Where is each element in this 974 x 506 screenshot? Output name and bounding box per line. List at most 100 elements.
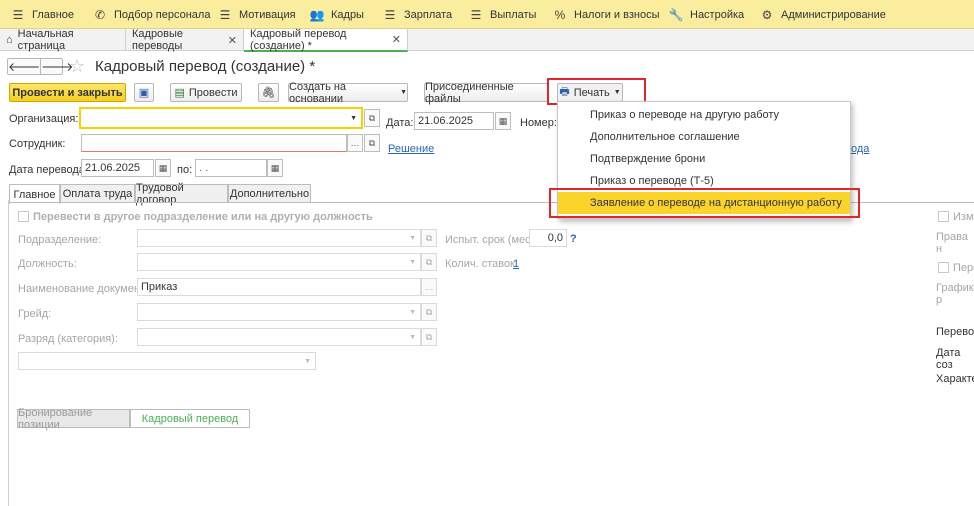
grid-icon: ☰ — [384, 7, 396, 22]
transfer-date-input[interactable]: 21.06.2025 — [81, 159, 154, 177]
menu-item-salary[interactable]: ☰ Зарплата — [382, 0, 453, 29]
open-organization-button[interactable]: ⧉ — [364, 109, 380, 127]
menu-item-taxes[interactable]: % Налоги и взносы — [552, 0, 660, 29]
grid-icon: ☰ — [470, 7, 482, 22]
tab-transfers[interactable]: Кадровые переводы ✕ — [126, 28, 244, 52]
right-label-harakter: Характер — [936, 373, 974, 385]
menu-item-motivation[interactable]: ☰ Мотивация — [217, 0, 296, 29]
employee-input[interactable] — [81, 134, 347, 152]
help-icon[interactable]: ? — [570, 233, 577, 245]
position-input[interactable]: ▼ — [137, 253, 421, 271]
main-menu-bar: ☰ Главное ✆ Подбор персонала ☰ Мотивация 👥 К… — [0, 0, 974, 29]
rates-link[interactable]: 1 — [513, 258, 519, 270]
position-label: Должность: — [18, 258, 77, 270]
transfer-date-label: Дата перевода: — [9, 164, 88, 176]
menu-item-payments[interactable]: ☰ Выплаты — [468, 0, 537, 29]
paperclip-icon: 🖇 — [261, 87, 276, 99]
post-document-icon: ▤ — [174, 87, 185, 99]
rank-input[interactable]: ▼ — [137, 328, 421, 346]
hr-transfer-button[interactable]: Кадровый перевод — [130, 409, 250, 428]
print-menu-item-booking-confirmation[interactable]: Подтверждение брони — [558, 148, 850, 170]
menu-item-settings[interactable]: 🔧 Настройка — [668, 0, 745, 29]
doc-name-label: Наименование документа: — [18, 283, 155, 295]
print-menu-item-additional-agreement[interactable]: Дополнительное соглашение — [558, 126, 850, 148]
organization-input[interactable]: ▼ — [79, 107, 363, 129]
save-button[interactable]: ▣ — [134, 83, 154, 102]
right-label-prava: Права н — [936, 231, 968, 255]
decision-link[interactable]: Решение — [388, 143, 434, 155]
menu-item-recruiting[interactable]: ✆ Подбор персонала — [92, 0, 211, 29]
gear-icon: ⚙ — [761, 7, 773, 22]
attach-button[interactable]: 🖇 — [258, 83, 279, 102]
employee-label: Сотрудник: — [9, 138, 66, 150]
chevron-down-icon[interactable]: ▼ — [350, 115, 357, 122]
number-label: Номер: — [520, 117, 557, 129]
close-icon[interactable]: ✕ — [392, 33, 401, 46]
tab-main[interactable]: Главное — [9, 184, 60, 204]
open-rank-button[interactable]: ⧉ — [421, 328, 437, 346]
rates-label: Колич. ставок: — [445, 258, 518, 270]
back-arrow-icon[interactable]: 🡐 — [8, 59, 42, 74]
tab-payment[interactable]: Оплата труда — [60, 184, 135, 203]
partial-link[interactable]: ода — [851, 143, 869, 155]
floppy-disk-icon: ▣ — [138, 87, 150, 99]
right-label-pere: Пере — [953, 262, 974, 274]
open-position-button[interactable]: ⧉ — [421, 253, 437, 271]
post-and-close-button[interactable]: Провести и закрыть — [9, 83, 126, 102]
attached-files-button[interactable]: Присоединенные файлы — [424, 81, 548, 105]
right-checkbox-1[interactable] — [938, 211, 949, 222]
menu-item-hr[interactable]: 👥 Кадры — [309, 0, 364, 29]
select-employee-button[interactable]: … — [347, 134, 363, 152]
department-input[interactable]: ▼ — [137, 229, 421, 247]
right-label-perevod: Перевод — [936, 326, 974, 338]
window-tabs-bar: ⌂ Начальная страница Кадровые переводы ✕ К… — [0, 28, 974, 52]
calendar-icon[interactable]: ▦ — [155, 159, 171, 177]
grade-label: Грейд: — [18, 308, 52, 320]
grid-icon: ☰ — [219, 7, 231, 22]
calendar-icon[interactable]: ▦ — [495, 112, 511, 130]
doc-name-input[interactable]: Приказ — [137, 278, 421, 296]
to-date-input[interactable]: . . — [195, 159, 267, 177]
right-label-data-soz: Дата соз — [936, 347, 961, 371]
open-department-button[interactable]: ⧉ — [421, 229, 437, 247]
favorite-star-icon[interactable]: ☆ — [69, 56, 85, 77]
rank-label: Разряд (категория): — [18, 333, 118, 345]
selected-item-highlight — [549, 188, 860, 218]
post-button[interactable]: ▤ Провести — [170, 83, 242, 102]
users-icon: 👥 — [309, 7, 325, 22]
select-doc-name-button[interactable]: … — [421, 278, 437, 296]
date-input[interactable]: 21.06.2025 — [414, 112, 494, 130]
right-checkbox-2[interactable] — [938, 262, 949, 273]
tab-additional[interactable]: Дополнительно — [228, 184, 311, 203]
tab-home[interactable]: ⌂ Начальная страница — [0, 28, 126, 52]
move-checkbox-label: Перевести в другое подразделение или на … — [33, 211, 373, 223]
right-label-izm: Изм — [953, 211, 974, 223]
grid-icon: ☰ — [12, 7, 24, 22]
panel-border — [8, 200, 9, 506]
menu-item-admin[interactable]: ⚙ Администрирование — [759, 0, 886, 29]
probation-input[interactable]: 0,0 — [529, 229, 567, 247]
menu-item-main[interactable]: ☰ Главное — [10, 0, 74, 29]
home-icon: ⌂ — [6, 34, 13, 46]
print-menu-item-transfer-order[interactable]: Приказ о переводе на другую работу — [558, 104, 850, 126]
calendar-icon[interactable]: ▦ — [267, 159, 283, 177]
move-checkbox[interactable] — [18, 211, 29, 222]
date-label: Дата: — [386, 117, 414, 129]
extra-select-input[interactable]: ▼ — [18, 352, 316, 370]
grade-input[interactable]: ▼ — [137, 303, 421, 321]
probation-label: Испыт. срок (мес): — [445, 234, 538, 246]
create-based-on-button[interactable]: Создать на основании ▼ — [288, 81, 408, 105]
department-label: Подразделение: — [18, 234, 102, 246]
chevron-down-icon: ▼ — [409, 308, 416, 316]
tab-labor-contract[interactable]: Трудовой договор — [135, 182, 228, 206]
phone-icon: ✆ — [94, 7, 106, 22]
tab-current[interactable]: Кадровый перевод (создание) * ✕ — [244, 28, 408, 52]
percent-icon: % — [554, 7, 566, 22]
chevron-down-icon: ▼ — [400, 89, 407, 96]
open-grade-button[interactable]: ⧉ — [421, 303, 437, 321]
chevron-down-icon: ▼ — [409, 333, 416, 341]
wrench-icon: 🔧 — [668, 7, 684, 22]
booking-position-button[interactable]: Бронирование позиции — [17, 407, 130, 431]
open-employee-button[interactable]: ⧉ — [364, 134, 380, 152]
close-icon[interactable]: ✕ — [228, 34, 237, 47]
